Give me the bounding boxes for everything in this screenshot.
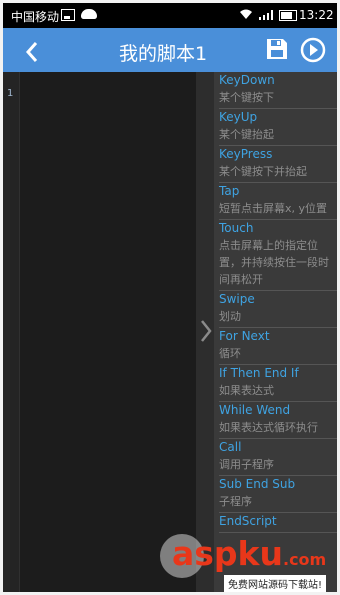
command-name: Call — [219, 440, 242, 454]
command-item[interactable]: For Next 循环 — [219, 328, 337, 365]
command-description: 如果表达式循环执行 — [219, 421, 318, 434]
script-editor[interactable]: 1 — [3, 72, 196, 592]
run-button[interactable] — [299, 36, 327, 64]
picture-notification-icon — [61, 9, 75, 21]
command-description: 调用子程序 — [219, 458, 274, 471]
save-button[interactable] — [265, 37, 289, 63]
watermark-tagline: 免费网站源码下载站! — [224, 575, 327, 592]
command-name: Tap — [219, 184, 240, 198]
app-window: 中国移动 13:22 我的脚本1 1 KeyDown 某个键按下 KeyUp 某… — [3, 3, 337, 592]
title-bar: 我的脚本1 — [3, 28, 337, 72]
command-item[interactable]: Sub End Sub 子程序 — [219, 476, 337, 513]
command-description: 点击屏幕上的指定位置，并持续按住一段时间再松开 — [219, 239, 329, 286]
watermark-logo-tld: .com — [282, 550, 327, 569]
watermark-logo-text: aspku — [172, 534, 283, 573]
panel-toggle-handle[interactable] — [196, 72, 214, 592]
page-title: 我的脚本1 — [118, 43, 208, 65]
watermark-logo: aspku.com — [172, 534, 326, 573]
command-panel: KeyDown 某个键按下 KeyUp 某个键抬起 KeyPress 某个键按下… — [214, 72, 337, 592]
chevron-left-icon — [25, 42, 38, 62]
command-description: 短暂点击屏幕x, y位置 — [219, 202, 328, 215]
code-area[interactable] — [21, 72, 196, 592]
play-circle-icon — [300, 37, 326, 63]
wifi-icon — [239, 8, 253, 23]
command-item[interactable]: While Wend 如果表达式循环执行 — [219, 402, 337, 439]
command-description: 划动 — [219, 310, 241, 323]
command-name: Touch — [219, 221, 254, 235]
command-description: 某个键抬起 — [219, 128, 274, 141]
line-number-gutter: 1 — [3, 72, 20, 592]
command-name: Swipe — [219, 292, 255, 306]
command-name: KeyPress — [219, 147, 273, 161]
clock: 13:22 — [299, 8, 334, 22]
command-name: For Next — [219, 329, 270, 343]
android-notification-icon — [81, 9, 97, 19]
command-item[interactable]: Call 调用子程序 — [219, 439, 337, 476]
command-name: If Then End If — [219, 366, 299, 380]
command-item[interactable]: KeyUp 某个键抬起 — [219, 109, 337, 146]
status-bar: 中国移动 13:22 — [3, 3, 337, 28]
back-button[interactable] — [17, 36, 53, 68]
command-name: While Wend — [219, 403, 291, 417]
command-description: 循环 — [219, 347, 241, 360]
line-number: 1 — [7, 88, 14, 99]
command-name: Sub End Sub — [219, 477, 296, 491]
floppy-disk-icon — [267, 39, 287, 59]
command-item[interactable]: Swipe 划动 — [219, 291, 337, 328]
signal-icon — [259, 10, 273, 20]
command-item[interactable]: KeyDown 某个键按下 — [219, 72, 337, 109]
watermark: aspku.com 免费网站源码下载站! — [158, 530, 336, 592]
command-item[interactable]: Touch 点击屏幕上的指定位置，并持续按住一段时间再松开 — [219, 220, 337, 291]
command-name: KeyDown — [219, 73, 275, 87]
command-item[interactable]: Tap 短暂点击屏幕x, y位置 — [219, 183, 337, 220]
command-description: 子程序 — [219, 495, 252, 508]
command-name: EndScript — [219, 514, 277, 528]
command-name: KeyUp — [219, 110, 258, 124]
command-description: 某个键按下并抬起 — [219, 165, 307, 178]
chevron-right-icon — [201, 320, 212, 342]
command-list: KeyDown 某个键按下 KeyUp 某个键抬起 KeyPress 某个键按下… — [214, 72, 337, 533]
command-item[interactable]: If Then End If 如果表达式 — [219, 365, 337, 402]
command-description: 某个键按下 — [219, 91, 274, 104]
battery-icon — [279, 10, 297, 21]
command-description: 如果表达式 — [219, 384, 274, 397]
command-item[interactable]: KeyPress 某个键按下并抬起 — [219, 146, 337, 183]
carrier-label: 中国移动 — [11, 10, 60, 24]
